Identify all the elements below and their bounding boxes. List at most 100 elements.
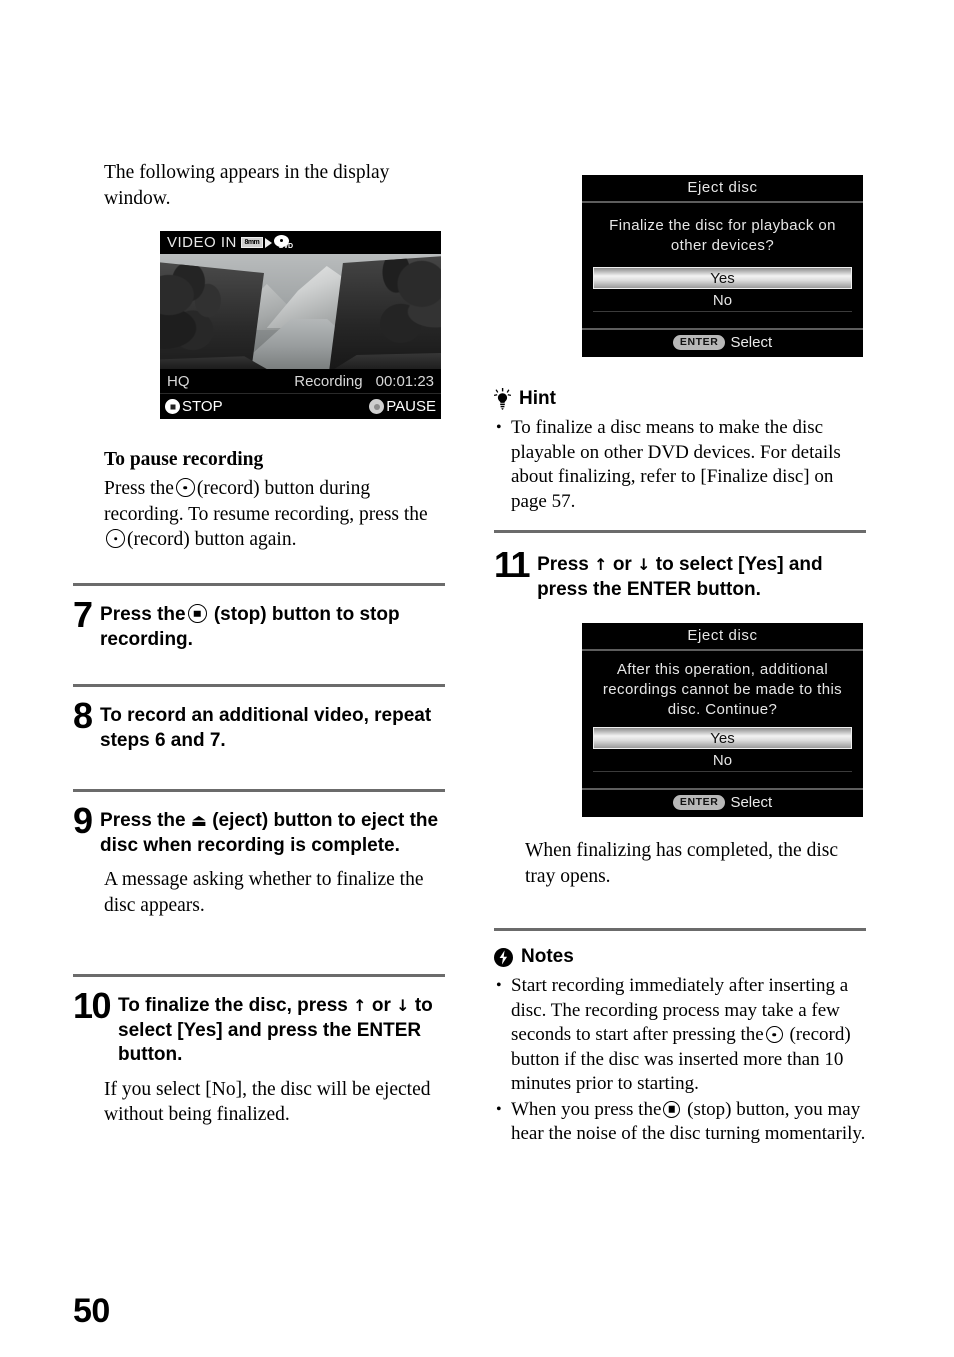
step-10-block: 10 To finalize the disc, press ↑ or ↓ to… [73,974,445,1128]
step-10-number: 10 [73,985,112,1026]
stop-softkey[interactable]: STOP [165,398,223,415]
eject-button-icon: ⏏ [190,811,207,831]
pause-icon [369,399,385,414]
hint-heading-label: Hint [519,388,556,409]
dialog-1-footer: ENTER Select [582,328,863,357]
hint-heading: Hint [494,388,866,410]
notes-block: Notes Start recording immediately after … [494,928,866,1148]
notes-heading-label: Notes [521,946,574,967]
step-7-text: Press the (stop) button to stop recordin… [100,598,435,652]
step-10-text-before: To finalize the disc, press [118,995,348,1016]
lightbulb-icon [494,388,511,410]
page-number: 50 [73,1292,110,1330]
section-divider [494,928,866,931]
step-8-number: 8 [73,695,93,736]
pause-softkey-label: PAUSE [386,398,436,415]
note-2-part1: When you press the [511,1098,662,1120]
left-column: The following appears in the display win… [73,160,445,211]
dialog-2-spacer [582,772,863,788]
enter-badge-icon: ENTER [672,335,726,350]
eject-disc-dialog-2: Eject disc After this operation, additio… [582,623,863,817]
eject-disc-dialog-1: Eject disc Finalize the disc for playbac… [582,175,863,357]
pause-recording-body: Press the (record) button during recordin… [104,476,445,553]
step-9-block: 9 Press the ⏏ (eject) button to eject th… [73,789,445,918]
dialog-1-option-no[interactable]: No [593,289,852,312]
step-11-number: 11 [494,544,531,585]
hint-list-item: To finalize a disc means to make the dis… [494,416,866,514]
dialog-2-block: Eject disc After this operation, additio… [494,623,866,817]
pause-recording-heading: To pause recording [104,449,264,470]
manual-page: The following appears in the display win… [0,0,954,1357]
arrow-right-icon [264,237,272,248]
8mm-icon-label: 8mm [244,239,260,246]
dialog-1-option-yes[interactable]: Yes [593,267,852,289]
section-divider [73,974,445,977]
dialog-1-spacer [582,312,863,328]
dialog-1-message: Finalize the disc for playback on other … [609,217,836,254]
enter-badge-icon: ENTER [672,795,726,810]
8mm-tape-icon: 8mm [240,237,263,248]
alert-bolt-icon [494,947,513,967]
section-divider [73,583,445,586]
stop-icon [165,399,180,414]
step-8-text: To record an additional video, repeat st… [100,705,432,751]
step-7-number: 7 [73,594,93,635]
step-9-note: A message asking whether to finalize the… [104,869,424,916]
dvd-disc-icon: DVD [273,234,293,251]
notes-list-item: Start recording immediately after insert… [494,974,866,1097]
step-11-or: or [612,554,632,575]
step-8-block: 8 To record an additional video, repeat … [73,684,445,753]
notes-list: Start recording immediately after insert… [494,974,866,1147]
record-button-icon [765,1026,783,1043]
record-button-icon [175,478,195,497]
hint-list: To finalize a disc means to make the dis… [494,416,866,514]
dialog-2-footer: ENTER Select [582,788,863,817]
step-11-block: 11 Press ↑ or ↓ to select [Yes] and pres… [494,530,866,602]
video-in-label: VIDEO IN [167,234,237,251]
notes-heading: Notes [494,946,866,968]
recording-timecode: 00:01:23 [375,372,434,390]
preview-trees-left [160,262,264,369]
display-window-button-bar: STOP PAUSE [160,393,441,419]
pause-recording-section: To pause recording Press the (record) but… [104,447,445,553]
record-button-icon [106,529,125,548]
dialog-2-option-yes[interactable]: Yes [593,727,852,749]
dvd-icon-label: DVD [278,242,293,250]
section-divider [494,530,866,533]
arrow-down-icon: ↓ [396,996,410,1015]
dialog-2-option-no[interactable]: No [593,749,852,772]
dialog-2-message: After this operation, additional recordi… [602,661,843,718]
step-9-text: Press the ⏏ (eject) button to eject the … [100,804,440,858]
step-7-text-before: Press the [100,604,186,625]
intro-paragraph: The following appears in the display win… [104,162,390,209]
pause-softkey[interactable]: PAUSE [369,398,436,415]
step-7-block: 7 Press the (stop) button to stop record… [73,583,445,652]
display-window-status-bar: HQ Recording 00:01:23 [160,369,441,393]
dialog-2-title: Eject disc [582,623,863,651]
arrow-up-icon: ↑ [353,996,367,1015]
dialog-1-footer-label: Select [730,334,773,351]
section-divider [73,789,445,792]
step-11-text-before: Press [537,554,589,575]
finalize-complete-note: When finalizing has completed, the disc … [525,840,838,887]
step-10-or: or [371,995,391,1016]
display-window-figure: VIDEO IN 8mm DVD HQ Recording 00:01:23 S… [160,231,441,419]
display-window-video-preview [160,254,441,369]
step-9-number: 9 [73,800,93,841]
display-window-header: VIDEO IN 8mm DVD [160,231,441,254]
dialog-2-footer-label: Select [730,794,773,811]
stop-button-icon [187,604,207,623]
notes-list-item: When you press the (stop) button, you ma… [494,1098,866,1147]
recording-status-label: Recording [294,372,363,390]
pause-body-part3: (record) button again. [127,529,297,550]
source-to-target-icon: 8mm DVD [240,234,293,251]
preview-trees-right [329,256,441,369]
section-divider [73,684,445,687]
arrow-up-icon: ↑ [594,555,608,574]
arrow-down-icon: ↓ [637,555,651,574]
step-10-note: If you select [No], the disc will be eje… [104,1078,431,1126]
step-10-text: To finalize the disc, press ↑ or ↓ to se… [118,989,443,1068]
record-quality-label: HQ [167,372,190,390]
dialog-1-title: Eject disc [582,175,863,203]
stop-button-icon [663,1100,681,1118]
